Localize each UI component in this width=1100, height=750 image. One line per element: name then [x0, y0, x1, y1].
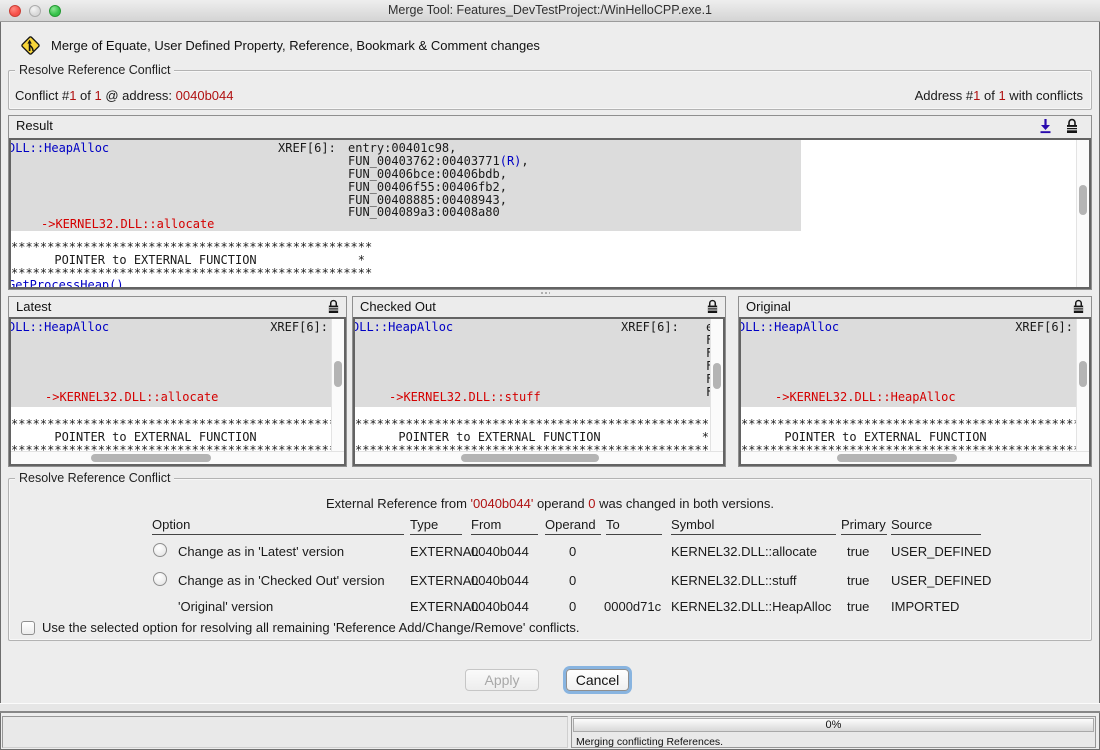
status-left-panel	[2, 716, 568, 748]
status-message: Merging conflicting References.	[576, 736, 723, 748]
lock-icon[interactable]	[706, 299, 719, 314]
original-panel-title: Original	[746, 299, 791, 314]
xref-label: XREF[6]:	[1015, 321, 1073, 334]
result-vertical-scrollbar[interactable]	[1076, 140, 1089, 287]
latest-listing: DLL::HeapAlloc XREF[6]: ->KERNEL32.DLL::…	[9, 317, 346, 466]
conflict-groupbox-title: Resolve Reference Conflict	[15, 63, 174, 77]
original-vertical-scrollbar[interactable]	[1076, 319, 1089, 451]
column-option: Type	[410, 517, 462, 535]
column-option: Option	[152, 517, 404, 535]
original-listing: DLL::HeapAlloc XREF[6]: ->KERNEL32.DLL::…	[739, 317, 1091, 466]
splitter-handle[interactable]	[540, 291, 550, 295]
apply-to-all-row: Use the selected option for resolving al…	[21, 620, 580, 635]
xref-line: FUN_004089a3:00408a80	[348, 206, 500, 219]
title-bar: Merge Tool: Features_DevTestProject:/Win…	[0, 0, 1100, 22]
latest-option-radio[interactable]	[153, 543, 167, 557]
merge-tool-window: { "window": { "title": "Merge Tool: Feat…	[0, 0, 1100, 750]
address-counter: Address #1 of 1 with conflicts	[915, 88, 1083, 103]
listing-symbol: DLL::HeapAlloc	[9, 142, 109, 155]
reference-line: ->KERNEL32.DLL::allocate	[45, 391, 218, 404]
checked-out-panel: Checked Out DLL::HeapAlloc XREF[6]: e F …	[352, 296, 726, 467]
conflict-description: External Reference from '0040b044' opera…	[9, 496, 1091, 511]
status-divider	[0, 703, 1100, 713]
original-panel: Original DLL::HeapAlloc XREF[6]: ->KERNE…	[738, 296, 1092, 467]
cancel-button[interactable]: Cancel	[566, 669, 629, 691]
reference-line: ->KERNEL32.DLL::HeapAlloc	[775, 391, 956, 404]
resolve-options-groupbox: Resolve Reference Conflict External Refe…	[8, 478, 1092, 641]
status-right-panel: 0% Merging conflicting References.	[571, 716, 1096, 748]
checked-out-horizontal-scrollbar[interactable]	[355, 451, 723, 464]
checked-out-listing: DLL::HeapAlloc XREF[6]: e F F F F F ->KE…	[353, 317, 725, 466]
checked-out-option-radio[interactable]	[153, 572, 167, 586]
column-from: From	[471, 517, 538, 535]
merge-phase-header: Merge of Equate, User Defined Property, …	[20, 34, 540, 56]
merge-progress-bar: 0%	[573, 718, 1094, 732]
resolve-groupbox-title: Resolve Reference Conflict	[15, 471, 174, 485]
lock-icon[interactable]	[1065, 118, 1079, 134]
latest-vertical-scrollbar[interactable]	[331, 319, 344, 451]
window-title: Merge Tool: Features_DevTestProject:/Win…	[0, 3, 1100, 17]
column-symbol: Symbol	[671, 517, 836, 535]
merge-phase-label: Merge of Equate, User Defined Property, …	[51, 38, 540, 53]
column-source: Source	[891, 517, 981, 535]
reference-line: ->KERNEL32.DLL::allocate	[41, 218, 214, 231]
lock-icon[interactable]	[327, 299, 340, 314]
reference-line: ->KERNEL32.DLL::stuff	[389, 391, 541, 404]
latest-panel: Latest DLL::HeapAlloc XREF[6]: ->KERNEL3…	[8, 296, 347, 467]
lock-icon[interactable]	[1072, 299, 1085, 314]
result-panel-title: Result	[16, 118, 53, 133]
apply-to-all-checkbox[interactable]	[21, 621, 35, 635]
xref-label: XREF[6]:	[278, 142, 336, 155]
column-operand: Operand	[545, 517, 601, 535]
latest-horizontal-scrollbar[interactable]	[11, 451, 344, 464]
result-panel: Result DLL::HeapAlloc XREF[6]: entry:004…	[8, 115, 1092, 290]
latest-panel-title: Latest	[16, 299, 51, 314]
merge-warning-icon	[20, 35, 41, 56]
listing-footer-symbol: GetProcessHeap()	[9, 279, 124, 289]
result-listing: DLL::HeapAlloc XREF[6]: entry:00401c98, …	[9, 138, 1091, 289]
column-primary: Primary	[841, 517, 887, 535]
goto-download-icon[interactable]	[1038, 118, 1053, 134]
conflict-info-groupbox: Resolve Reference Conflict Conflict #1 o…	[8, 70, 1092, 110]
checked-out-vertical-scrollbar[interactable]	[710, 319, 723, 451]
apply-to-all-label: Use the selected option for resolving al…	[42, 620, 580, 635]
xref-label: XREF[6]:	[270, 321, 328, 334]
original-horizontal-scrollbar[interactable]	[741, 451, 1089, 464]
checked-out-panel-title: Checked Out	[360, 299, 436, 314]
apply-button[interactable]: Apply	[465, 669, 539, 691]
xref-label: XREF[6]:	[621, 321, 679, 334]
column-to: To	[606, 517, 662, 535]
